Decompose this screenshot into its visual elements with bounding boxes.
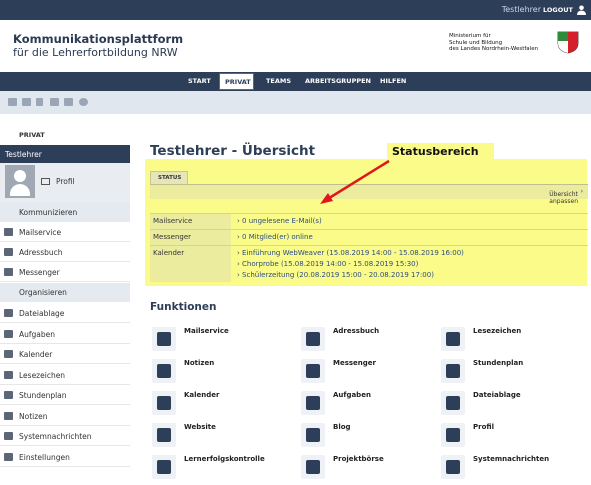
sidebar-item-systemnachrichten[interactable]: Systemnachrichten [0,426,130,446]
file-storage-icon [441,391,465,415]
sidebar-section-organize[interactable]: Organisieren [0,283,130,302]
status-row-mailservice: Mailservice › 0 ungelesene E-Mail(s) [150,213,588,229]
avatar[interactable] [5,165,35,198]
function-blog[interactable]: Blog [301,423,441,453]
sidebar-user-header[interactable]: Testlehrer [0,145,130,163]
notes-icon [4,412,13,420]
status-value-link[interactable]: › 0 ungelesene E-Mail(s) [237,217,322,225]
function-dateiablage[interactable]: Dateiablage [441,391,581,421]
sidebar-item-aufgaben[interactable]: Aufgaben [0,324,130,344]
function-lernerfolgskontrolle[interactable]: Lernerfolgskontrolle [152,455,292,485]
nav-privat[interactable]: PRIVAT [219,73,254,90]
adjust-overview-link[interactable]: › Übersicht anpassen [549,188,583,205]
sidebar-item-adressbuch[interactable]: Adressbuch [0,242,130,262]
nav-hilfen[interactable]: HILFEN [380,77,406,85]
function-stundenplan[interactable]: Stundenplan [441,359,581,389]
function-aufgaben[interactable]: Aufgaben [301,391,441,421]
status-callout-label: Statusbereich [387,143,494,161]
function-kalender[interactable]: Kalender [152,391,292,421]
sidebar-item-lesezeichen[interactable]: Lesezeichen [0,365,130,385]
sidebar-item-dateiablage[interactable]: Dateiablage [0,303,130,323]
profile-card-icon [41,178,50,185]
puzzle-icon [301,455,325,479]
username-link[interactable]: Testlehrer [502,5,541,14]
calendar-event-link[interactable]: › Einführung WebWeaver (15.08.2019 14:00… [237,249,464,257]
globe-icon [152,423,176,447]
nav-start[interactable]: START [188,77,211,85]
function-notizen[interactable]: Notizen [152,359,292,389]
site-title[interactable]: Kommunikationsplattform [13,32,183,46]
calendar-event-link[interactable]: › Schülerzeitung (20.08.2019 15:00 - 20.… [237,271,434,279]
chat-icon [301,359,325,383]
main-content: Testlehrer - Übersicht Statusbereich STA… [130,114,591,479]
main-navigation: START PRIVAT TEAMS ARBEITSGRUPPEN HILFEN [0,72,591,91]
address-book-icon [301,327,325,351]
functions-heading: Funktionen [150,301,217,313]
quick-toolbar [0,91,591,114]
function-lesezeichen[interactable]: Lesezeichen [441,327,581,357]
sidebar-item-stundenplan[interactable]: Stundenplan [0,385,130,405]
logout-button[interactable]: LOGOUT [543,6,573,14]
warning-icon [441,455,465,479]
status-box: STATUS › Übersicht anpassen Mailservice … [150,167,588,282]
profile-link[interactable]: Profil [56,177,75,186]
function-projektboerse[interactable]: Projektbörse [301,455,441,485]
sidebar: PRIVAT Testlehrer Profil Kommunizieren M… [0,114,130,467]
address-book-icon [4,248,13,256]
status-row-kalender: Kalender › Einführung WebWeaver (15.08.2… [150,245,588,282]
timetable-icon [441,359,465,383]
status-row-messenger: Messenger › 0 Mitglied(er) online [150,229,588,245]
quiz-icon [152,455,176,479]
function-mailservice[interactable]: Mailservice [152,327,292,357]
page-title: Testlehrer - Übersicht [150,143,316,159]
bookmark-icon [4,371,13,379]
warning-icon [4,432,13,440]
timetable-icon [4,391,13,399]
id-card-icon [441,423,465,447]
gear-icon [4,453,13,461]
ministry-logo-text: Ministerium für Schule und Bildung des L… [449,33,539,52]
function-profil[interactable]: Profil [441,423,581,453]
status-value-link[interactable]: › 0 Mitglied(er) online [237,233,313,241]
sidebar-item-mailservice[interactable]: Mailservice [0,222,130,242]
site-subtitle: für die Lehrerfortbildung NRW [13,46,178,59]
function-systemnachrichten[interactable]: Systemnachrichten [441,455,581,485]
file-storage-icon [4,309,13,317]
status-tab[interactable]: STATUS [150,171,188,185]
sidebar-section-communicate[interactable]: Kommunizieren [0,203,130,222]
calendar-icon [152,391,176,415]
mail-icon [152,327,176,351]
sitemap-icon[interactable] [50,98,59,106]
function-website[interactable]: Website [152,423,292,453]
notes-icon[interactable] [22,98,31,106]
nav-teams[interactable]: TEAMS [266,77,291,85]
sidebar-heading: PRIVAT [19,131,45,139]
calendar-event-link[interactable]: › Chorprobe (15.08.2019 14:00 - 15.08.20… [237,260,418,268]
bookmark-icon [441,327,465,351]
checkbox-icon [301,391,325,415]
nrw-coat-of-arms-icon [557,31,579,54]
sidebar-profile-card: Profil [0,163,130,203]
blog-icon [301,423,325,447]
sidebar-item-messenger[interactable]: Messenger [0,262,130,282]
sidebar-item-kalender[interactable]: Kalender [0,344,130,364]
sidebar-item-einstellungen[interactable]: Einstellungen [0,447,130,467]
help-icon[interactable] [79,98,88,106]
checkbox-icon [4,330,13,338]
user-icon[interactable] [577,5,586,15]
sidebar-item-notizen[interactable]: Notizen [0,406,130,426]
print-icon[interactable] [64,98,73,106]
calendar-icon [4,350,13,358]
top-bar: Testlehrer LOGOUT [0,0,591,20]
mail-icon [4,228,13,236]
nav-arbeitsgruppen[interactable]: ARBEITSGRUPPEN [305,77,371,85]
notes-icon [152,359,176,383]
status-header-bar: › Übersicht anpassen [150,185,588,205]
function-adressbuch[interactable]: Adressbuch [301,327,441,357]
site-header: Kommunikationsplattform für die Lehrerfo… [0,20,591,72]
bookmark-icon[interactable] [36,98,43,106]
id-card-icon[interactable] [8,98,17,106]
function-messenger[interactable]: Messenger [301,359,441,389]
chat-icon [4,268,13,276]
